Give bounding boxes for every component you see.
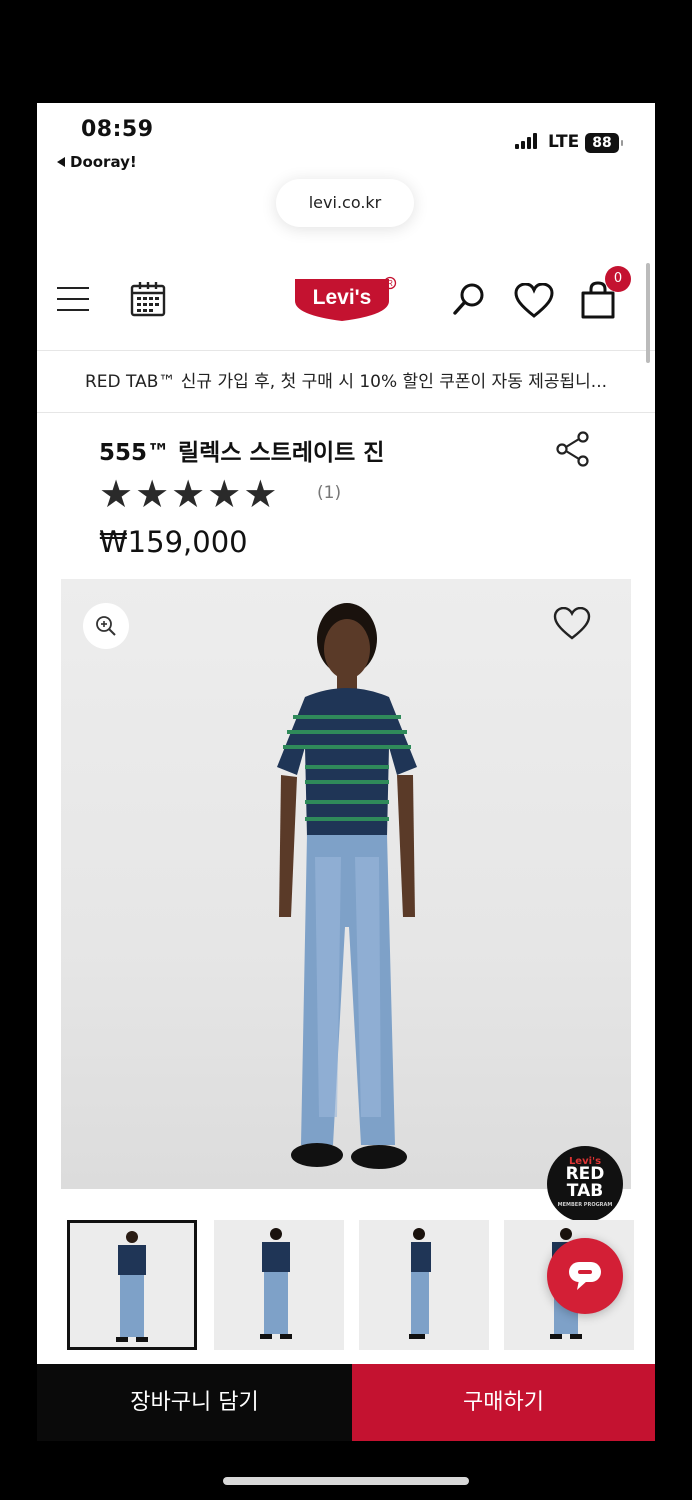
- chat-button[interactable]: [547, 1238, 623, 1314]
- url-bar[interactable]: levi.co.kr: [276, 179, 414, 227]
- star-icon: ★: [171, 472, 206, 516]
- chat-bubble-icon: [569, 1262, 601, 1290]
- menu-icon[interactable]: [57, 285, 89, 313]
- thumbnail-figure: [409, 1228, 431, 1339]
- scroll-indicator: [646, 263, 650, 363]
- thumbnail-back[interactable]: [214, 1220, 344, 1350]
- promo-banner[interactable]: RED TAB™ 신규 가입 후, 첫 구매 시 10% 할인 쿠폰이 자동 제…: [37, 351, 655, 413]
- product-image[interactable]: [61, 579, 631, 1189]
- rating-stars[interactable]: ★ ★ ★ ★ ★: [99, 473, 277, 515]
- search-icon[interactable]: [451, 281, 487, 317]
- status-time: 08:59: [81, 117, 154, 142]
- back-to-app-link[interactable]: Dooray!: [57, 153, 137, 171]
- levis-logo[interactable]: Levi's R: [293, 275, 399, 325]
- red-tab-badge[interactable]: Levi's RED TAB MEMBER PROGRAM: [547, 1146, 623, 1222]
- status-bar: 08:59 Dooray! LTE 88: [37, 103, 655, 181]
- star-icon: ★: [135, 472, 170, 516]
- star-icon: ★: [207, 472, 242, 516]
- model-figure: [277, 603, 417, 1169]
- back-app-label: Dooray!: [70, 153, 137, 171]
- review-count[interactable]: (1): [317, 483, 341, 503]
- thumbnail-figure: [116, 1231, 148, 1342]
- calendar-icon[interactable]: [129, 280, 167, 318]
- site-header: Levi's R 0: [37, 263, 655, 351]
- phone-screen: 08:59 Dooray! LTE 88 levi.co.kr Levi's R…: [37, 103, 655, 1441]
- zoom-button[interactable]: [83, 603, 129, 649]
- product-title: 555™ 릴렉스 스트레이트 진: [99, 440, 385, 466]
- home-indicator[interactable]: [223, 1477, 469, 1485]
- product-price: ₩159,000: [99, 525, 248, 559]
- signal-icon: [515, 133, 537, 149]
- wishlist-heart-icon[interactable]: [514, 283, 554, 319]
- battery-level: 88: [592, 135, 612, 151]
- thumbnail-front[interactable]: [67, 1220, 197, 1350]
- share-icon[interactable]: [555, 431, 591, 467]
- back-triangle-icon: [57, 157, 65, 167]
- svg-text:R: R: [387, 279, 393, 288]
- image-wishlist-heart-icon[interactable]: [553, 607, 591, 641]
- network-label: LTE: [548, 132, 580, 152]
- star-icon: ★: [243, 472, 278, 516]
- add-to-cart-button[interactable]: 장바구니 담기: [37, 1364, 352, 1441]
- thumbnail-figure: [260, 1228, 292, 1339]
- badge-subtitle: MEMBER PROGRAM: [557, 1202, 613, 1208]
- thumbnail-side[interactable]: [359, 1220, 489, 1350]
- cart-count-badge: 0: [605, 266, 631, 292]
- badge-title: RED TAB: [565, 1164, 605, 1201]
- zoom-in-icon: [96, 616, 116, 636]
- star-icon: ★: [99, 472, 134, 516]
- battery-icon: 88: [585, 133, 623, 153]
- svg-text:Levi's: Levi's: [313, 286, 372, 309]
- buy-now-button[interactable]: 구매하기: [352, 1364, 655, 1441]
